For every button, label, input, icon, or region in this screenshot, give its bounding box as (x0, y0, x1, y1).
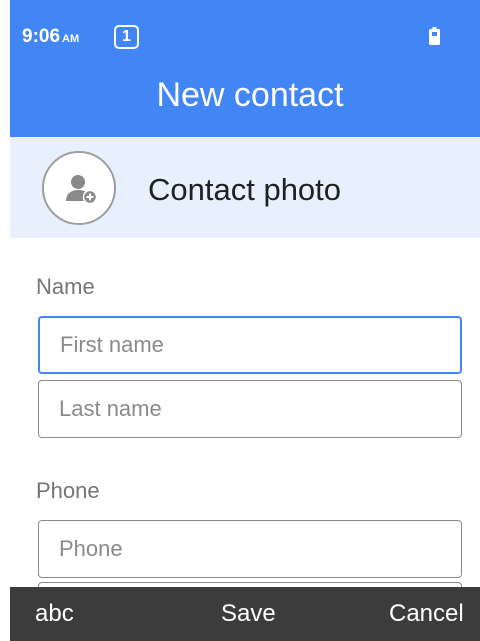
status-bar: 9:06 AM 1 (10, 0, 480, 62)
first-name-input[interactable] (40, 318, 460, 372)
phone-input[interactable] (39, 521, 461, 577)
notification-count-badge: 1 (114, 25, 139, 49)
battery-icon (429, 27, 440, 45)
app-bar: New contact (10, 62, 480, 137)
cancel-softkey[interactable]: Cancel (389, 600, 464, 628)
status-clock: 9:06 AM (22, 26, 79, 48)
abc-input-mode-softkey[interactable]: abc (35, 600, 74, 628)
contact-photo-button[interactable] (42, 151, 116, 225)
clock-ampm: AM (62, 33, 80, 45)
last-name-input[interactable] (39, 381, 461, 437)
clock-time: 9:06 (22, 26, 61, 47)
contact-photo-row[interactable]: Contact photo (10, 137, 480, 238)
name-section-label: Name (36, 274, 95, 299)
last-name-field[interactable] (38, 380, 462, 438)
softkey-bar: abc Save Cancel (10, 587, 480, 641)
new-contact-screen: 9:06AM 1 New contact Contact photo Name (10, 0, 480, 641)
save-softkey[interactable]: Save (221, 600, 276, 628)
add-contact-photo-icon (66, 175, 98, 204)
phone-field[interactable] (38, 520, 462, 578)
page-title: New contact (156, 76, 344, 114)
phone-section-label: Phone (36, 478, 100, 503)
contact-photo-label: Contact photo (148, 172, 342, 207)
first-name-field[interactable] (38, 316, 462, 374)
